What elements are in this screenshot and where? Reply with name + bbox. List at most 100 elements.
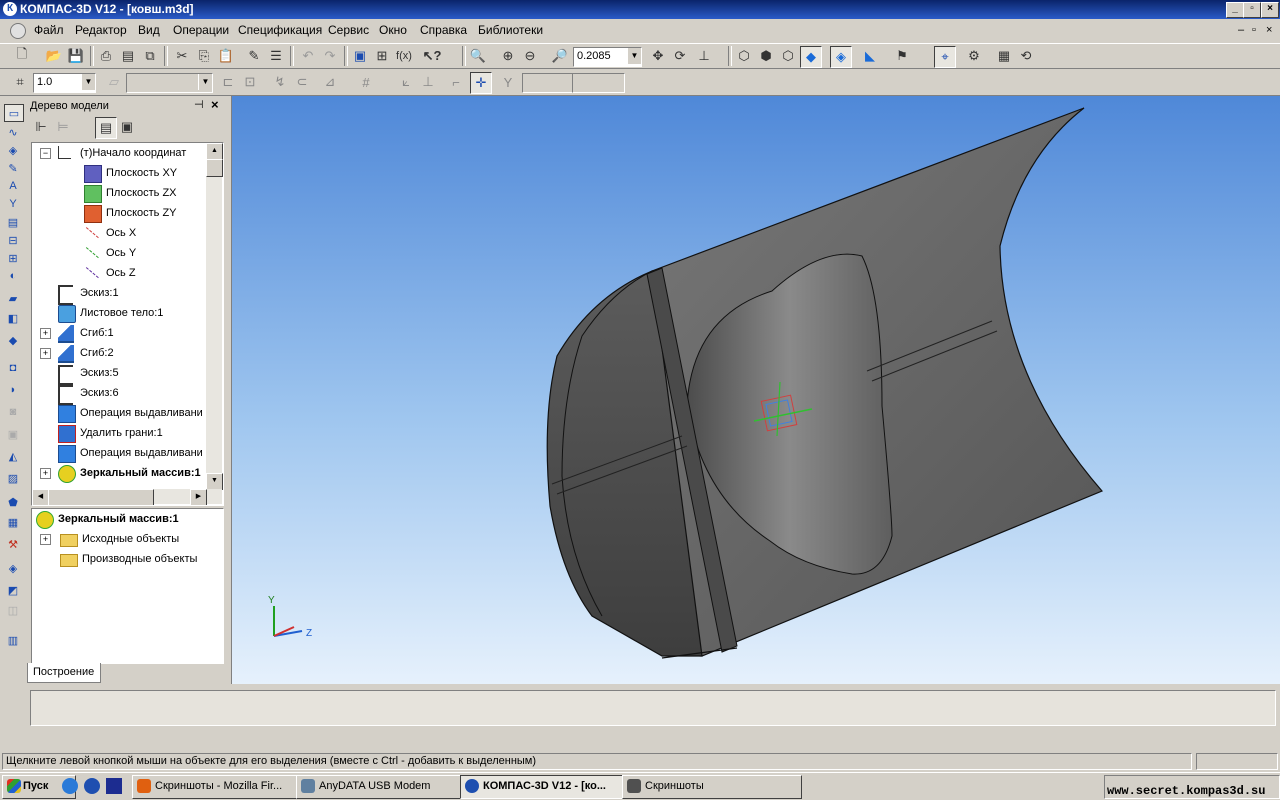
- louver-icon[interactable]: ▦: [4, 514, 22, 530]
- expand-icon[interactable]: +: [40, 348, 51, 359]
- coord-y-field[interactable]: [572, 73, 625, 93]
- surfaces-icon[interactable]: ◈: [4, 142, 22, 158]
- expand-icon[interactable]: +: [40, 468, 51, 479]
- new-document-icon[interactable]: 🗋: [12, 46, 32, 66]
- shaded-icon[interactable]: ◆: [800, 46, 822, 68]
- library-manager-icon[interactable]: ⊞: [372, 46, 392, 66]
- rotate-icon[interactable]: ⟳: [670, 46, 690, 66]
- scroll-left-icon[interactable]: ◀: [32, 489, 49, 505]
- stamp-icon[interactable]: ⬟: [4, 494, 22, 510]
- scroll-right-icon[interactable]: ▶: [190, 489, 207, 505]
- layer-icon[interactable]: ▱: [104, 72, 124, 92]
- menu-help[interactable]: Справка: [420, 23, 467, 37]
- disabled-tool-icon[interactable]: ◫: [4, 602, 22, 618]
- filter-icon[interactable]: Y: [4, 196, 22, 212]
- scoop-model[interactable]: Y Z: [232, 96, 1280, 684]
- bend-tool-icon[interactable]: ◗: [4, 382, 22, 398]
- redo-icon[interactable]: ↷: [320, 46, 340, 66]
- function-icon[interactable]: f(x): [394, 46, 414, 66]
- menu-view[interactable]: Вид: [138, 23, 160, 37]
- mdi-close-button[interactable]: ×: [1266, 24, 1272, 36]
- layer-combo[interactable]: ▼: [126, 73, 213, 93]
- hscroll-thumb[interactable]: [48, 489, 154, 505]
- pan-icon[interactable]: ✥: [648, 46, 668, 66]
- detail-view[interactable]: Зеркальный массив:1 + Исходные объекты П…: [31, 508, 224, 664]
- menu-specification[interactable]: Спецификация: [238, 23, 322, 37]
- tree-icon[interactable]: ▣: [350, 46, 370, 66]
- close-button[interactable]: ×: [1261, 2, 1279, 18]
- grid-icon[interactable]: #: [356, 72, 376, 92]
- expand-icon[interactable]: +: [40, 534, 51, 545]
- tree-view[interactable]: − (т)Начало координат Плоскость XY Плоскост…: [31, 142, 224, 506]
- print-preview-icon[interactable]: ▤: [118, 46, 138, 66]
- kompas-quicklaunch-icon[interactable]: [84, 778, 100, 794]
- tree-mode-icon[interactable]: ▤: [95, 117, 117, 139]
- cut-icon[interactable]: ✂: [172, 46, 192, 66]
- copy-icon[interactable]: ⎘: [194, 46, 214, 66]
- refresh-icon[interactable]: ⟲: [1016, 46, 1036, 66]
- coord-x-field[interactable]: [522, 73, 575, 93]
- menu-libraries[interactable]: Библиотеки: [478, 23, 543, 37]
- rebend-icon[interactable]: ▣: [4, 426, 22, 442]
- sheet-body-tool-icon[interactable]: ◧: [4, 310, 22, 326]
- menu-editor[interactable]: Редактор: [75, 23, 127, 37]
- shaded-edges-icon[interactable]: ◈: [830, 46, 852, 68]
- scroll-up-icon[interactable]: ▲: [206, 143, 223, 160]
- spec-objects-icon[interactable]: ▤: [4, 214, 22, 230]
- plate-icon[interactable]: ◆: [4, 332, 22, 348]
- wireframe-icon[interactable]: ⬡: [734, 46, 754, 66]
- magnet-icon[interactable]: ⊂: [292, 72, 312, 92]
- spec-icon[interactable]: ⚙: [964, 46, 984, 66]
- menu-file[interactable]: Файл: [34, 23, 64, 37]
- zoom-in-icon[interactable]: ⊕: [498, 46, 518, 66]
- variables-icon[interactable]: ☰: [266, 46, 286, 66]
- collapse-icon[interactable]: −: [40, 148, 51, 159]
- task-button[interactable]: AnyDATA USB Modem: [296, 775, 478, 799]
- task-button[interactable]: Скриншоты: [622, 775, 802, 799]
- unbend-icon[interactable]: ◙: [4, 404, 22, 420]
- tree-split-icon[interactable]: ▣: [117, 117, 137, 137]
- sync-icon[interactable]: ⌖: [934, 46, 956, 68]
- flange-icon[interactable]: ◭: [4, 448, 22, 464]
- zoom-out-icon[interactable]: ⊖: [520, 46, 540, 66]
- ortho-icon[interactable]: ⊥: [418, 72, 438, 92]
- coords-icon[interactable]: Y: [498, 72, 518, 92]
- mdi-restore-button[interactable]: ▫: [1252, 24, 1256, 36]
- step-combo[interactable]: 1.0 ▼: [33, 73, 96, 93]
- cursor-snap-icon[interactable]: ✛: [470, 72, 492, 94]
- help-cursor-icon[interactable]: ↖?: [422, 46, 442, 66]
- mates-icon[interactable]: ⊞: [4, 250, 22, 266]
- perspective-icon[interactable]: ◣: [860, 46, 880, 66]
- document-icon[interactable]: [10, 23, 26, 39]
- document-manager-icon[interactable]: ⧉: [140, 46, 160, 66]
- sketch-tool-icon[interactable]: ⊏: [218, 72, 238, 92]
- lug-icon[interactable]: ◩: [4, 582, 22, 598]
- tree-view-icon[interactable]: ⊨: [53, 117, 73, 137]
- pin-icon[interactable]: ⊣: [194, 98, 204, 111]
- tree-vscroll[interactable]: ▲ ▼: [206, 143, 223, 490]
- menu-operations[interactable]: Операции: [173, 23, 229, 37]
- scroll-down-icon[interactable]: ▼: [206, 473, 223, 490]
- round-icon[interactable]: ⌐: [446, 72, 466, 92]
- closed-corner-icon[interactable]: ▨: [4, 470, 22, 486]
- show-hide-icon[interactable]: ⚑: [892, 46, 912, 66]
- chevron-down-icon[interactable]: ▼: [81, 74, 95, 90]
- task-button[interactable]: КОМПАС-3D V12 - [ко...: [460, 775, 642, 799]
- hidden-thin-icon[interactable]: ⬡: [778, 46, 798, 66]
- scroll-thumb[interactable]: [206, 159, 223, 177]
- menu-service[interactable]: Сервис: [328, 23, 369, 37]
- browser-quicklaunch-icon[interactable]: [62, 778, 78, 794]
- hole-icon[interactable]: ◘: [4, 360, 22, 376]
- expand-icon[interactable]: +: [40, 328, 51, 339]
- tree-structure-icon[interactable]: ⊩: [31, 117, 51, 137]
- dimensions-icon[interactable]: A: [4, 178, 22, 194]
- tree-hscroll[interactable]: ◀ ▶: [32, 489, 222, 505]
- grid-step-icon[interactable]: ⌗: [10, 72, 30, 92]
- param-icon[interactable]: ↯: [270, 72, 290, 92]
- maximize-button[interactable]: ▫: [1243, 2, 1261, 18]
- local-cs-icon[interactable]: ⟀: [396, 72, 416, 92]
- tab-build[interactable]: Построение: [27, 663, 101, 683]
- zoom-combo[interactable]: 0.2085 ▼: [573, 47, 642, 67]
- properties-panel[interactable]: [30, 690, 1276, 726]
- zoom-scale-icon[interactable]: 🔎: [550, 46, 570, 66]
